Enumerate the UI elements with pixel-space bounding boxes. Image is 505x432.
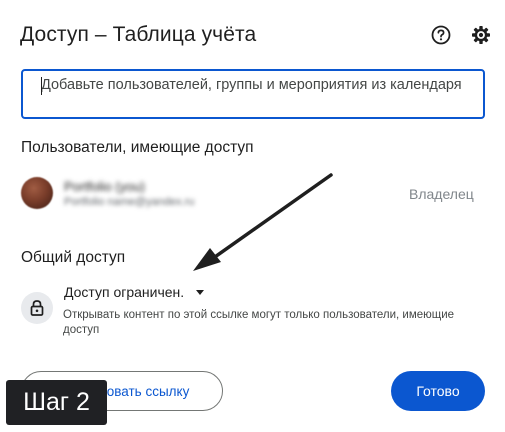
people-with-access-heading: Пользователи, имеющие доступ xyxy=(21,139,254,156)
done-button[interactable]: Готово xyxy=(391,371,485,411)
lock-icon xyxy=(30,300,44,316)
chevron-down-icon xyxy=(196,289,205,295)
general-access-heading: Общий доступ xyxy=(21,249,126,266)
dialog-title: Доступ – Таблица учёта xyxy=(20,23,257,46)
step-badge: Шаг 2 xyxy=(6,380,107,425)
text-cursor xyxy=(41,77,42,95)
general-access-dropdown[interactable]: Доступ ограничен. xyxy=(64,282,205,302)
add-people-input[interactable]: Добавьте пользователей, группы и меропри… xyxy=(21,69,485,119)
avatar xyxy=(21,177,53,209)
user-email: Portfolio name@yandex.ru xyxy=(64,196,195,208)
gear-icon[interactable] xyxy=(470,24,492,46)
user-name: Portfolio (you) xyxy=(64,179,145,194)
add-people-placeholder: Добавьте пользователей, группы и меропри… xyxy=(41,77,462,93)
help-icon[interactable] xyxy=(430,24,452,46)
user-role: Владелец xyxy=(409,186,474,202)
lock-icon-container xyxy=(21,292,53,324)
general-access-selected: Доступ ограничен. xyxy=(64,284,185,300)
share-dialog: Доступ – Таблица учёта Добавьте пользова… xyxy=(0,0,505,432)
general-access-description: Открывать контент по этой ссылке могут т… xyxy=(63,309,455,336)
done-label: Готово xyxy=(416,383,460,399)
